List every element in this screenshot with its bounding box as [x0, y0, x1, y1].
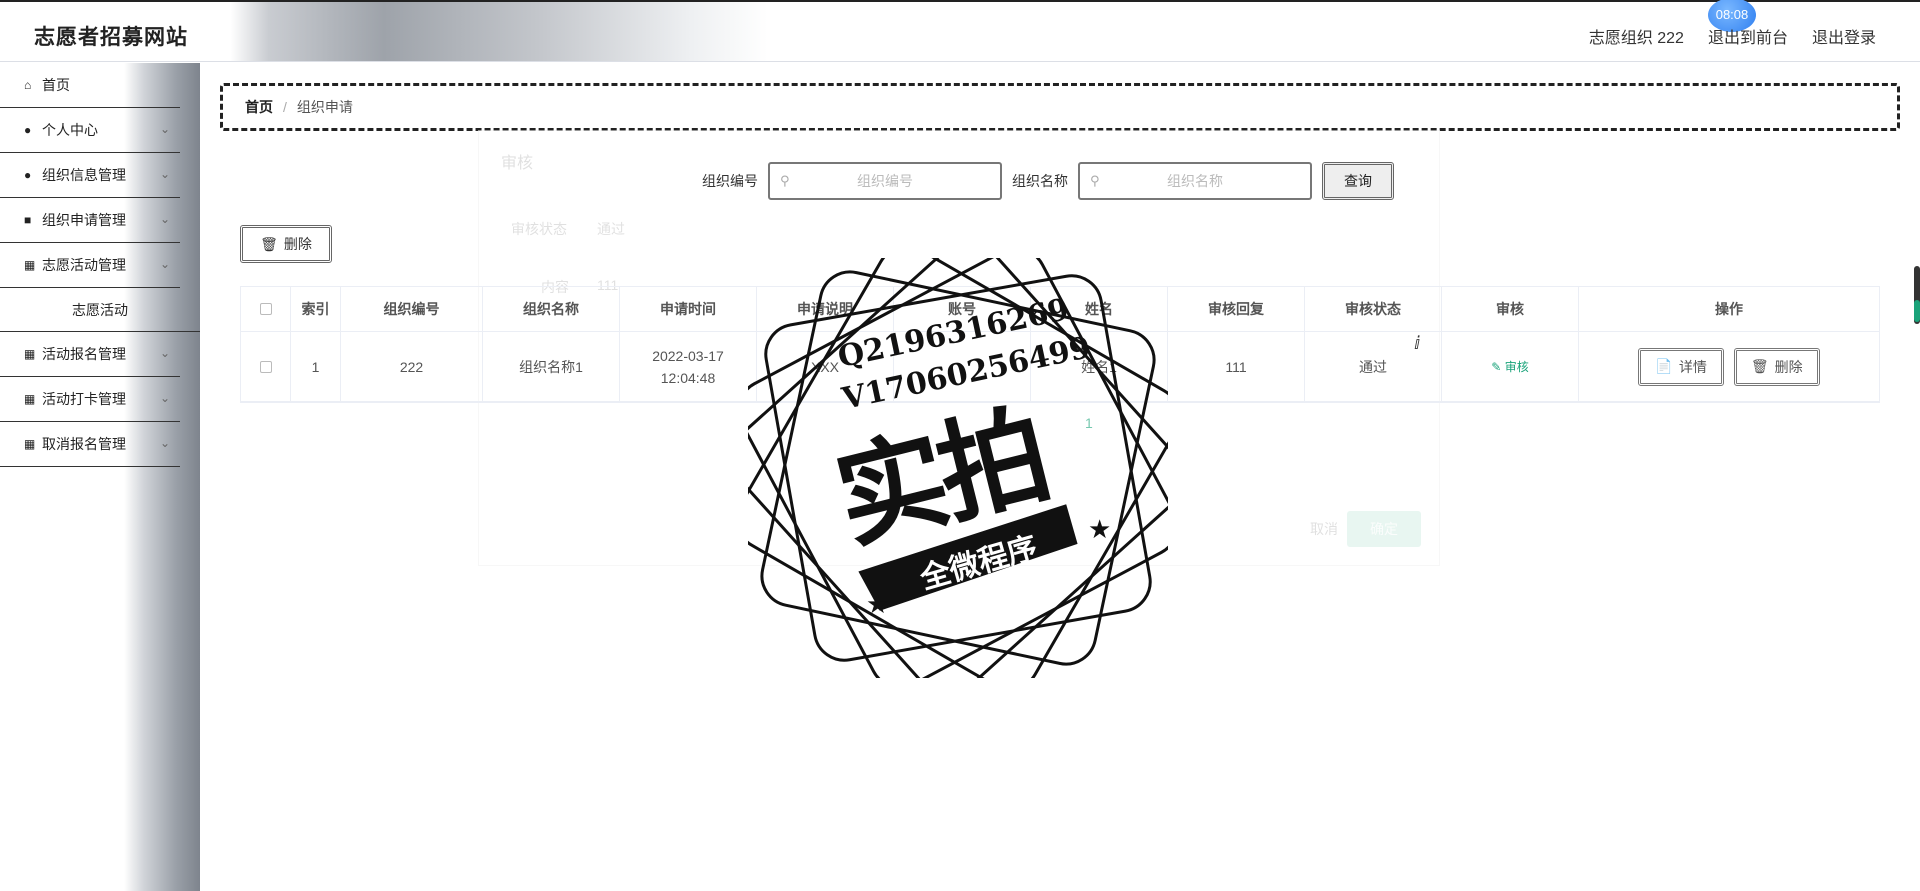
breadcrumb-separator: / [283, 99, 287, 115]
svg-text:★: ★ [1088, 514, 1111, 544]
to-front-link[interactable]: 退出到前台 [1708, 24, 1788, 48]
logout-link[interactable]: 退出登录 [1812, 24, 1876, 48]
column-header: 组织编号 [341, 287, 483, 331]
cell-actions: 📄 详情 🗑 删除 [1579, 332, 1879, 401]
chevron-down-icon: ⌄ [159, 436, 170, 450]
sidebar-item-cancel[interactable]: ▦ 取消报名管理 ⌄ [0, 422, 180, 467]
status-label: 审核状态 [511, 221, 567, 237]
grid-icon: ▦ [24, 392, 36, 406]
org-name-input[interactable]: ⚲ 组织名称 [1078, 162, 1312, 200]
org-name-label: 组织名称 [1012, 173, 1068, 189]
column-header: 审核状态 [1305, 287, 1442, 331]
grid-icon: ▦ [24, 347, 36, 361]
user-icon: ● [24, 123, 32, 137]
home-icon: ⌂ [24, 78, 32, 92]
site-title: 志愿者招募网站 [34, 26, 188, 49]
trash-icon: 🗑 [260, 235, 278, 252]
audit-label: 审核 [1504, 360, 1529, 374]
breadcrumb: 首页 / 组织申请 [220, 83, 1900, 131]
cell-status: 通过 [1305, 332, 1442, 401]
dialog-title: 审核 [501, 155, 534, 172]
column-header: 申请时间 [620, 287, 757, 331]
sidebar-item-org-info[interactable]: ● 组织信息管理 ⌄ [0, 153, 180, 198]
current-user: 志愿组织 222 [1588, 30, 1684, 47]
cell-org-name: 组织名称1 [483, 332, 620, 401]
detail-label: 详情 [1678, 358, 1707, 375]
search-icon: ⚲ [1090, 173, 1100, 188]
row-delete-button[interactable]: 🗑 删除 [1733, 347, 1820, 386]
audit-link[interactable]: ✎ 审核 [1491, 358, 1528, 375]
column-header: 组织名称 [483, 287, 620, 331]
sidebar-item-label: 活动打卡管理 [42, 391, 126, 407]
cell-org-no: 222 [341, 332, 483, 401]
sidebar: ⌂ 首页 ● 个人中心 ⌄ ● 组织信息管理 ⌄ ■ 组织申请管理 ⌄ ▦ 志愿… [0, 63, 200, 891]
org-no-label: 组织编号 [702, 173, 758, 189]
sidebar-item-signup[interactable]: ▦ 活动报名管理 ⌄ [0, 332, 180, 377]
select-all-cell[interactable] [241, 287, 291, 331]
row-checkbox[interactable] [259, 360, 272, 373]
breadcrumb-current: 组织申请 [296, 99, 353, 115]
query-button[interactable]: 查询 [1322, 162, 1394, 200]
sidebar-item-label: 志愿活动管理 [42, 257, 126, 273]
edit-icon: ✎ [1491, 360, 1502, 374]
column-header: 审核 [1442, 287, 1579, 331]
header-actions: 志愿组织 222 退出到前台 退出登录 [1589, 24, 1876, 48]
org-no-input[interactable]: ⚲ 组织编号 [768, 162, 1002, 200]
chevron-down-icon: ⌄ [159, 257, 170, 271]
chevron-down-icon: ⌄ [159, 346, 170, 360]
sidebar-item-home[interactable]: ⌂ 首页 [0, 63, 180, 108]
chevron-down-icon: ⌄ [159, 391, 170, 405]
sidebar-item-org-apply[interactable]: ■ 组织申请管理 ⌄ [0, 198, 180, 243]
chevron-down-icon: ⌄ [159, 122, 170, 136]
sidebar-item-checkin[interactable]: ▦ 活动打卡管理 ⌄ [0, 377, 180, 422]
delete-label: 删除 [283, 236, 312, 252]
sidebar-item-label: 取消报名管理 [42, 436, 126, 452]
user-icon: ● [24, 168, 32, 182]
sidebar-subitem-activity[interactable]: 志愿活动 [0, 288, 200, 332]
text-cursor-icon: ⅈ [1414, 333, 1421, 353]
column-header: 操作 [1715, 301, 1743, 317]
search-icon: ⚲ [780, 173, 790, 188]
select-all-checkbox[interactable] [259, 303, 272, 315]
grid-icon: ▦ [24, 437, 36, 451]
sidebar-item-label: 组织申请管理 [42, 212, 126, 228]
sidebar-item-profile[interactable]: ● 个人中心 ⌄ [0, 108, 180, 153]
status-value: 通过 [597, 221, 625, 237]
sidebar-item-label: 志愿活动 [72, 301, 128, 318]
column-header: 索引 [291, 287, 341, 331]
watermark-stamp: ★ ★ Q2196316269 V17060256499 实拍 全微程序 [728, 238, 1188, 698]
chat-icon: ■ [24, 213, 32, 227]
detail-button[interactable]: 📄 详情 [1638, 347, 1724, 386]
cell-audit: ✎ 审核 [1442, 332, 1579, 401]
dialog-confirm-button: 确定 [1347, 511, 1421, 547]
grid-icon: ▦ [24, 258, 36, 272]
org-no-placeholder: 组织编号 [857, 173, 913, 189]
sidebar-item-label: 活动报名管理 [42, 346, 126, 362]
cell-index: 1 [291, 332, 341, 401]
sidebar-item-label: 组织信息管理 [42, 167, 126, 183]
chevron-down-icon: ⌄ [159, 212, 170, 226]
search-bar: 组织编号 ⚲ 组织编号 组织名称 ⚲ 组织名称 查询 [702, 162, 1394, 200]
cell-reply: 111 [1168, 332, 1305, 401]
scrollbar-thumb[interactable] [1914, 300, 1920, 322]
column-header: 审核回复 [1168, 287, 1305, 331]
sidebar-item-label: 个人中心 [42, 122, 98, 138]
sidebar-item-label: 首页 [42, 77, 70, 93]
top-header: 志愿者招募网站 08:08 志愿组织 222 退出到前台 退出登录 [0, 0, 1920, 62]
batch-delete-button[interactable]: 🗑 删除 [240, 225, 332, 263]
cell-apply-time: 2022-03-17 12:04:48 [620, 332, 757, 401]
document-icon: 📄 [1655, 358, 1673, 374]
svg-text:★: ★ [866, 589, 889, 619]
sidebar-item-activity[interactable]: ▦ 志愿活动管理 ⌄ [0, 243, 180, 288]
row-select-cell[interactable] [241, 332, 291, 401]
trash-icon: 🗑 [1750, 358, 1769, 374]
breadcrumb-home[interactable]: 首页 [245, 97, 273, 117]
chevron-down-icon: ⌄ [159, 167, 170, 181]
org-name-placeholder: 组织名称 [1167, 173, 1223, 189]
delete-label: 删除 [1774, 358, 1803, 375]
